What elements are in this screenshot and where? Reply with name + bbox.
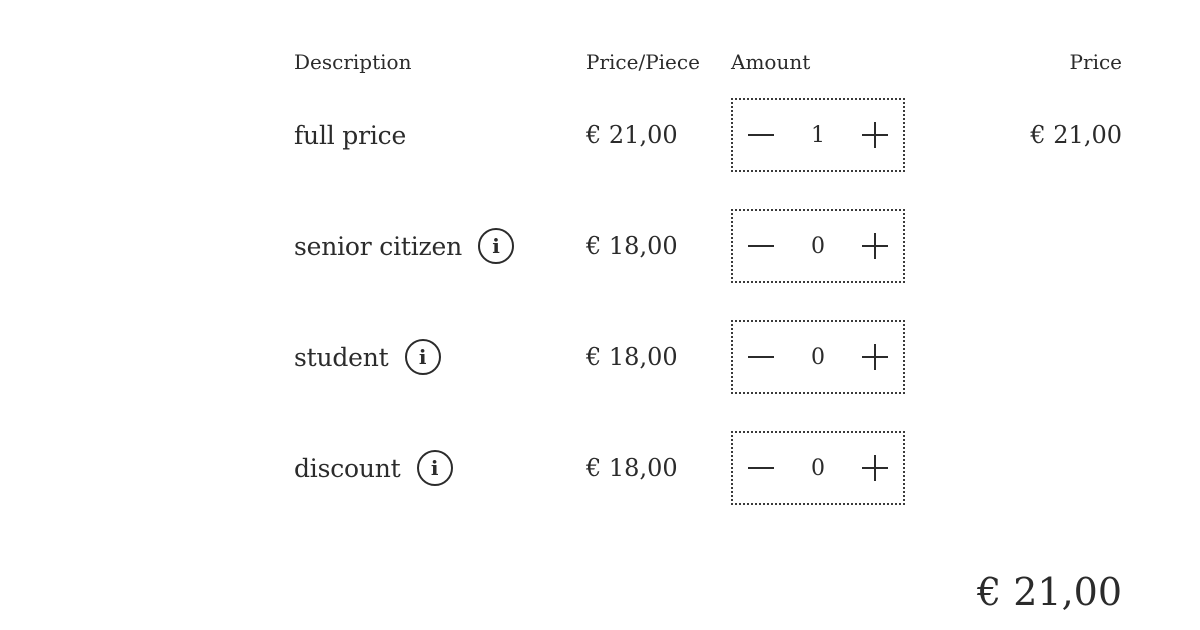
decrement-button[interactable] <box>733 433 789 503</box>
price-per-piece: € 21,00 <box>586 121 678 149</box>
info-icon[interactable]: i <box>477 228 514 264</box>
minus-icon <box>748 245 774 247</box>
ticket-description: senior citizen i <box>294 209 514 283</box>
ticket-description: full price <box>294 98 406 172</box>
total-price: € 21,00 <box>976 570 1122 614</box>
ticket-row-discount: discount i € 18,00 0 <box>0 431 1200 505</box>
ticket-description: discount i <box>294 431 453 505</box>
row-price: € 21,00 <box>1030 121 1122 149</box>
quantity-stepper: 1 <box>731 98 905 172</box>
ticket-description-label: discount <box>294 453 401 483</box>
ticket-description-label: student <box>294 342 389 372</box>
column-header-amount: Amount <box>731 50 811 74</box>
increment-button[interactable] <box>847 433 903 503</box>
plus-icon <box>862 455 888 481</box>
increment-button[interactable] <box>847 211 903 281</box>
minus-icon <box>748 134 774 136</box>
ticket-description-label: full price <box>294 120 407 150</box>
price-per-piece: € 18,00 <box>586 232 678 260</box>
decrement-button[interactable] <box>733 100 789 170</box>
column-header-description: Description <box>294 50 412 74</box>
ticket-row-student: student i € 18,00 0 <box>0 320 1200 394</box>
quantity-value: 0 <box>811 233 825 259</box>
minus-icon <box>748 356 774 358</box>
plus-icon <box>862 344 888 370</box>
price-per-piece: € 18,00 <box>586 343 678 371</box>
quantity-stepper: 0 <box>731 431 905 505</box>
ticket-description-label: senior citizen <box>294 231 462 261</box>
decrement-button[interactable] <box>733 322 789 392</box>
price-per-piece: € 18,00 <box>586 454 678 482</box>
decrement-button[interactable] <box>733 211 789 281</box>
quantity-value: 0 <box>811 455 825 481</box>
column-header-price: Price <box>1069 50 1122 74</box>
plus-icon <box>862 233 888 259</box>
quantity-value: 0 <box>811 344 825 370</box>
minus-icon <box>748 467 774 469</box>
increment-button[interactable] <box>847 322 903 392</box>
ticket-row-full-price: full price € 21,00 1 € 21,00 <box>0 98 1200 172</box>
quantity-stepper: 0 <box>731 320 905 394</box>
ticket-row-senior-citizen: senior citizen i € 18,00 0 <box>0 209 1200 283</box>
column-header-price-per-piece: Price/Piece <box>586 50 700 74</box>
increment-button[interactable] <box>847 100 903 170</box>
ticket-description: student i <box>294 320 441 394</box>
plus-icon <box>862 122 888 148</box>
info-icon[interactable]: i <box>404 339 441 375</box>
quantity-stepper: 0 <box>731 209 905 283</box>
quantity-value: 1 <box>811 122 825 148</box>
info-icon[interactable]: i <box>416 450 453 486</box>
